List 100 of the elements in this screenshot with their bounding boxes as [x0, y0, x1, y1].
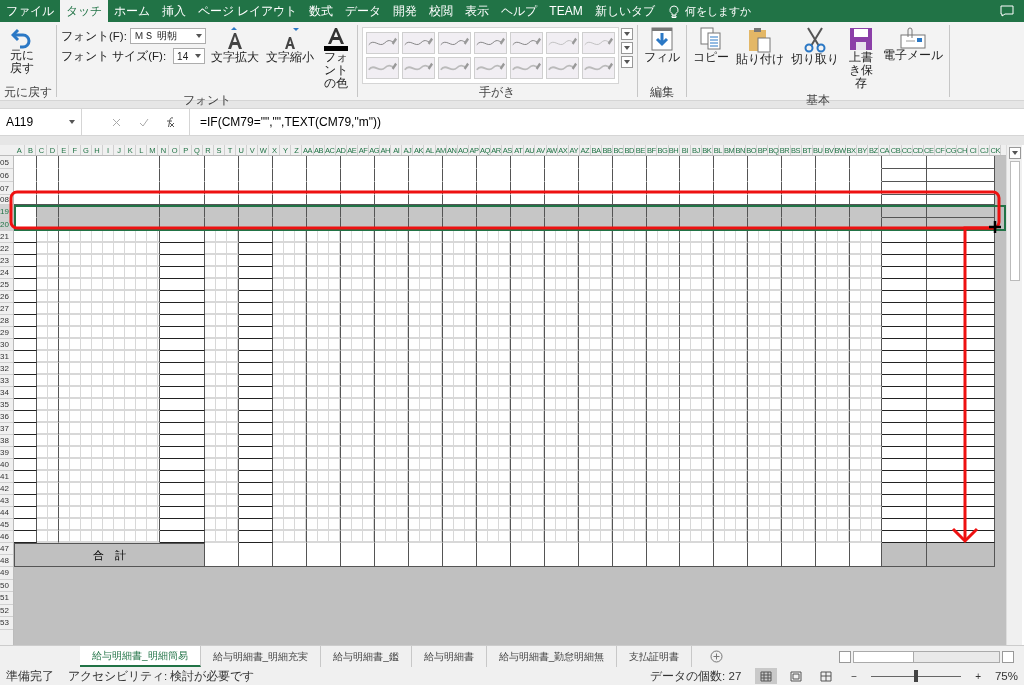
caret-icon	[195, 54, 202, 58]
row-header[interactable]: 29	[0, 327, 13, 339]
ribbon-tab[interactable]: タッチ	[60, 0, 108, 22]
caret-icon	[69, 120, 75, 124]
row-header[interactable]: 28	[0, 315, 13, 327]
row-header[interactable]: 48	[0, 555, 13, 567]
count-status: データの個数: 27	[650, 668, 742, 684]
scroll-left-button[interactable]	[839, 650, 851, 663]
pen-style-button[interactable]	[437, 32, 471, 54]
font-tool-button[interactable]: 文字縮小	[263, 25, 316, 67]
add-sheet-icon[interactable]	[710, 650, 724, 663]
row-header[interactable]: 25	[0, 279, 13, 291]
group-label: 基本	[804, 92, 831, 105]
cancel-icon[interactable]	[112, 117, 121, 127]
row-header[interactable]: 40	[0, 459, 13, 471]
row-header[interactable]: 47	[0, 543, 13, 555]
row-header[interactable]: 26	[0, 291, 13, 303]
pen-style-button[interactable]	[545, 57, 579, 79]
scrollbar-thumb[interactable]	[1009, 161, 1020, 281]
row-header[interactable]: 49	[0, 567, 13, 580]
pen-style-button[interactable]	[509, 32, 543, 54]
font-tool-button[interactable]: 文字拡大	[208, 25, 261, 67]
row-header[interactable]: 51	[0, 592, 13, 605]
pen-style-button[interactable]	[473, 32, 507, 54]
row-header[interactable]: 38	[0, 435, 13, 447]
pen-style-button[interactable]	[401, 32, 435, 54]
row-header[interactable]: 46	[0, 531, 13, 543]
ribbon-tab[interactable]: ページ レイアウト	[192, 0, 304, 22]
ribbon-tab[interactable]: ファイル	[0, 0, 60, 22]
pen-style-button[interactable]	[401, 57, 435, 79]
view-button[interactable]	[755, 668, 778, 684]
pen-style-button[interactable]	[581, 57, 615, 79]
row-header[interactable]: 53	[0, 617, 13, 630]
ribbon-button[interactable]: 切り取り	[788, 25, 841, 69]
row-header[interactable]: 44	[0, 507, 13, 519]
ribbon-tab[interactable]: 数式	[303, 0, 340, 22]
pen-style-button[interactable]	[545, 32, 579, 54]
row-header[interactable]: 30	[0, 339, 13, 351]
font-size-field[interactable]: 14	[173, 48, 206, 64]
row-header[interactable]: 36	[0, 411, 13, 423]
ribbon-button[interactable]: 貼り付け	[733, 25, 786, 69]
pen-style-button[interactable]	[581, 32, 615, 54]
row-header[interactable]: 39	[0, 447, 13, 459]
row-header[interactable]: 24	[0, 267, 13, 279]
expand-button[interactable]	[620, 56, 633, 68]
caret-up-icon	[623, 32, 630, 36]
ribbon-button[interactable]: 上書き保存	[843, 25, 878, 93]
font-name-field[interactable]: ＭＳ 明朝	[129, 28, 206, 44]
ribbon-tab[interactable]: 校閲	[423, 0, 460, 22]
pen-style-button[interactable]	[473, 57, 507, 79]
pen-style-button[interactable]	[509, 57, 543, 79]
row-header[interactable]: 43	[0, 495, 13, 507]
row-header[interactable]: 21	[0, 231, 13, 243]
font-size-label: フォント サイズ(F):	[61, 48, 167, 64]
row-header[interactable]: 42	[0, 483, 13, 495]
function-icon[interactable]	[165, 116, 175, 128]
scroll-right-button[interactable]	[1002, 650, 1014, 663]
font-tool-button[interactable]: フォントの色	[318, 25, 353, 93]
zoom-out-button[interactable]: −	[851, 670, 858, 682]
ribbon-tab[interactable]: TEAM	[543, 0, 589, 22]
row-header[interactable]: 22	[0, 243, 13, 255]
row-header[interactable]: 33	[0, 375, 13, 387]
ribbon-tab[interactable]: 新しいタブ	[588, 0, 661, 22]
pen-style-button[interactable]	[437, 57, 471, 79]
formula-field[interactable]: =IF(CM79="","",TEXT(CM79,"m"))	[189, 109, 1024, 135]
check-icon[interactable]	[139, 117, 149, 127]
row-header[interactable]: 27	[0, 303, 13, 315]
row-header[interactable]: 37	[0, 423, 13, 435]
name-box[interactable]: A119	[0, 109, 82, 135]
pen-style-button[interactable]	[365, 32, 399, 54]
row-header[interactable]: 41	[0, 471, 13, 483]
zoom-slider-thumb[interactable]	[914, 670, 919, 682]
scroll-down-button[interactable]	[620, 42, 633, 54]
row-header[interactable]: 35	[0, 399, 13, 411]
tell-me-field[interactable]: 何をしますか	[684, 3, 751, 19]
ribbon-button[interactable]: コピー	[690, 25, 731, 67]
scrollbar-thumb[interactable]	[854, 651, 914, 662]
ribbon-tab[interactable]: ヘルプ	[495, 0, 544, 22]
zoom-in-button[interactable]: +	[975, 670, 981, 682]
ribbon-tab[interactable]: データ	[339, 0, 388, 22]
row-header[interactable]: 32	[0, 363, 13, 375]
accessibility-status[interactable]: アクセシビリティ: 検討が必要です	[68, 668, 255, 684]
ribbon-tab[interactable]: 表示	[459, 0, 496, 22]
row-header[interactable]: 23	[0, 255, 13, 267]
undo-button[interactable]: 元に戻す	[4, 25, 40, 78]
row-header[interactable]: 34	[0, 387, 13, 399]
arrow-down-icon	[650, 27, 673, 51]
comment-icon[interactable]	[1000, 5, 1014, 17]
ribbon-tab[interactable]: 挿入	[156, 0, 192, 22]
row-header[interactable]: 45	[0, 519, 13, 531]
ribbon-tab[interactable]: ホーム	[108, 0, 156, 22]
pen-style-button[interactable]	[365, 57, 399, 79]
scroll-up-button[interactable]	[1008, 147, 1021, 159]
row-header[interactable]: 31	[0, 351, 13, 363]
ribbon-button[interactable]: フィル	[641, 25, 682, 67]
ribbon-tab[interactable]: 開発	[387, 0, 424, 22]
sheet-tab[interactable]: 給与明細書_明細簡易	[80, 646, 201, 667]
scroll-up-button[interactable]	[620, 28, 633, 40]
ribbon-button[interactable]: 電子メール	[880, 25, 945, 65]
zoom-reading[interactable]: 75%	[994, 670, 1018, 682]
